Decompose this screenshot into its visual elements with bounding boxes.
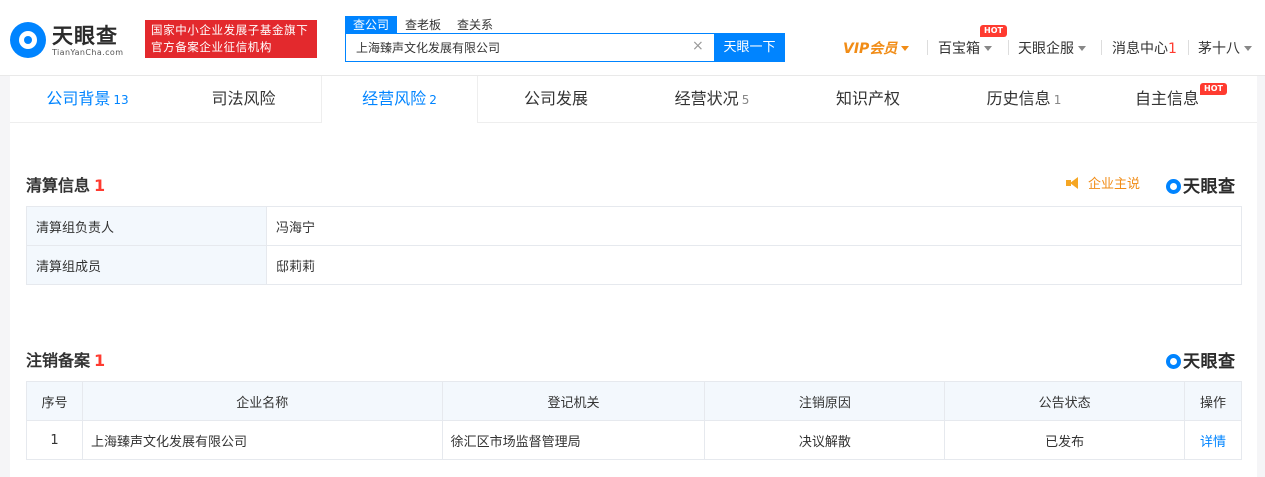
tab-operating-risk[interactable]: 经营风险 2 bbox=[321, 76, 478, 123]
tianyancha-logo[interactable]: 天眼查 TianYanCha.com bbox=[10, 20, 138, 60]
tab-label: 知识产权 bbox=[835, 89, 900, 108]
vip-label: VIP会员 bbox=[843, 41, 898, 57]
liquidation-key: 清算组负责人 bbox=[26, 206, 267, 246]
tab-label: 公司背景 bbox=[46, 89, 111, 108]
tab-label: 历史信息 bbox=[986, 89, 1051, 108]
column-header: 操作 bbox=[1184, 381, 1242, 421]
announcement-status: 已发布 bbox=[944, 420, 1186, 460]
enterprise-service-menu[interactable]: 天眼企服 bbox=[1018, 38, 1086, 58]
tab-count: 5 bbox=[741, 93, 750, 107]
badge-line2: 官方备案企业征信机构 bbox=[151, 40, 272, 54]
main-content: 公司背景 13 司法风险 经营风险 2 公司发展 经营状况 5 知识产权 历史信息 1 … bbox=[10, 76, 1257, 477]
message-center-label: 消息中心 bbox=[1112, 41, 1168, 57]
tab-operating-status[interactable]: 经营状况 5 bbox=[634, 76, 790, 123]
table-row: 清算组负责人 冯海宁 bbox=[26, 206, 1242, 246]
table-row: 清算组成员 邸莉莉 bbox=[26, 245, 1242, 285]
enterprise-say-link[interactable]: 企业主说 bbox=[1066, 173, 1140, 192]
liquidation-title: 清算信息 1 bbox=[26, 172, 105, 196]
chevron-down-icon bbox=[1078, 46, 1086, 51]
tab-intellectual-property[interactable]: 知识产权 bbox=[790, 76, 946, 123]
vip-member-menu[interactable]: VIP会员 bbox=[843, 38, 910, 58]
column-header: 企业名称 bbox=[81, 381, 443, 421]
nav-divider bbox=[1188, 40, 1189, 55]
row-number: 1 bbox=[26, 420, 83, 460]
user-menu[interactable]: 茅十八 bbox=[1198, 38, 1252, 58]
tab-judicial-risk[interactable]: 司法风险 bbox=[165, 76, 322, 123]
liquidation-count: 1 bbox=[94, 176, 106, 195]
search-type-tabs: 查公司 查老板 查关系 bbox=[345, 14, 501, 34]
search-input[interactable] bbox=[345, 33, 715, 62]
liquidation-table: 清算组负责人 冯海宁 清算组成员 邸莉莉 bbox=[26, 206, 1242, 285]
nav-divider bbox=[927, 40, 928, 55]
tab-label: 司法风险 bbox=[211, 89, 276, 108]
chevron-down-icon bbox=[984, 46, 992, 51]
tianyancha-brand-logo: 天眼查 bbox=[1166, 347, 1236, 372]
tab-company-development[interactable]: 公司发展 bbox=[478, 76, 634, 123]
megaphone-icon bbox=[1066, 177, 1080, 189]
cancellation-title: 注销备案 1 bbox=[26, 347, 105, 371]
tab-label: 公司发展 bbox=[523, 89, 588, 108]
message-center-link[interactable]: 消息中心1 bbox=[1112, 38, 1177, 58]
message-count: 1 bbox=[1168, 41, 1177, 57]
liquidation-value: 冯海宁 bbox=[266, 206, 1242, 246]
enterprise-service-label: 天眼企服 bbox=[1018, 41, 1074, 57]
top-header: 天眼查 TianYanCha.com 国家中小企业发展子基金旗下 官方备案企业征… bbox=[0, 0, 1265, 76]
tab-label: 经营状况 bbox=[674, 89, 739, 108]
tab-history-info[interactable]: 历史信息 1 bbox=[946, 76, 1102, 123]
search-tab-boss[interactable]: 查老板 bbox=[397, 16, 449, 34]
nav-divider bbox=[1008, 40, 1009, 55]
hot-badge: HOT bbox=[1200, 83, 1227, 95]
search-tab-company[interactable]: 查公司 bbox=[345, 16, 398, 34]
tab-count: 2 bbox=[429, 93, 437, 107]
search-tab-relation[interactable]: 查关系 bbox=[449, 16, 501, 34]
search-button[interactable]: 天眼一下 bbox=[714, 33, 785, 62]
tab-label: 自主信息 bbox=[1134, 89, 1199, 108]
enterprise-say-label: 企业主说 bbox=[1088, 177, 1141, 192]
column-header: 注销原因 bbox=[704, 381, 946, 421]
logo-domain: TianYanCha.com bbox=[52, 48, 124, 57]
liquidation-value: 邸莉莉 bbox=[266, 245, 1242, 285]
tab-count: 1 bbox=[1053, 93, 1062, 107]
registration-authority: 徐汇区市场监督管理局 bbox=[441, 420, 706, 460]
logo-name: 天眼查 bbox=[52, 24, 118, 48]
cancellation-title-text: 注销备案 bbox=[26, 351, 91, 370]
table-row: 1 上海臻声文化发展有限公司 徐汇区市场监督管理局 决议解散 已发布 详情 bbox=[26, 420, 1242, 460]
brand-name: 天眼查 bbox=[1183, 352, 1236, 372]
official-badge: 国家中小企业发展子基金旗下 官方备案企业征信机构 bbox=[145, 20, 317, 58]
tab-count: 13 bbox=[113, 93, 129, 107]
liquidation-key: 清算组成员 bbox=[26, 245, 267, 285]
details-link[interactable]: 详情 bbox=[1184, 420, 1242, 460]
eye-logo-icon bbox=[1166, 179, 1181, 194]
treasure-box-menu[interactable]: 百宝箱 bbox=[938, 38, 992, 58]
tab-label: 经营风险 bbox=[362, 89, 427, 108]
cancellation-reason: 决议解散 bbox=[704, 420, 946, 460]
badge-line1: 国家中小企业发展子基金旗下 bbox=[151, 23, 309, 37]
column-header: 登记机关 bbox=[441, 381, 706, 421]
table-header-row: 序号 企业名称 登记机关 注销原因 公告状态 操作 bbox=[26, 381, 1242, 421]
eye-logo-icon bbox=[10, 22, 46, 58]
chevron-down-icon bbox=[901, 46, 910, 51]
user-name: 茅十八 bbox=[1198, 41, 1240, 57]
cancellation-count: 1 bbox=[94, 351, 106, 370]
eye-logo-icon bbox=[1166, 354, 1181, 369]
cancellation-table: 序号 企业名称 登记机关 注销原因 公告状态 操作 1 上海臻声文化发展有限公司… bbox=[26, 381, 1242, 460]
chevron-down-icon bbox=[1244, 46, 1252, 51]
liquidation-title-text: 清算信息 bbox=[26, 176, 91, 195]
column-header: 序号 bbox=[26, 381, 83, 421]
category-tabs: 公司背景 13 司法风险 经营风险 2 公司发展 经营状况 5 知识产权 历史信息 1 … bbox=[10, 76, 1257, 123]
hot-badge: HOT bbox=[980, 25, 1007, 37]
nav-divider bbox=[1101, 40, 1102, 55]
tab-company-background[interactable]: 公司背景 13 bbox=[10, 76, 165, 123]
clear-search-icon[interactable]: × bbox=[692, 38, 704, 54]
tianyancha-brand-logo: 天眼查 bbox=[1166, 172, 1236, 197]
column-header: 公告状态 bbox=[944, 381, 1186, 421]
company-name: 上海臻声文化发展有限公司 bbox=[81, 420, 443, 460]
brand-name: 天眼查 bbox=[1183, 177, 1236, 197]
treasure-box-label: 百宝箱 bbox=[938, 41, 980, 57]
